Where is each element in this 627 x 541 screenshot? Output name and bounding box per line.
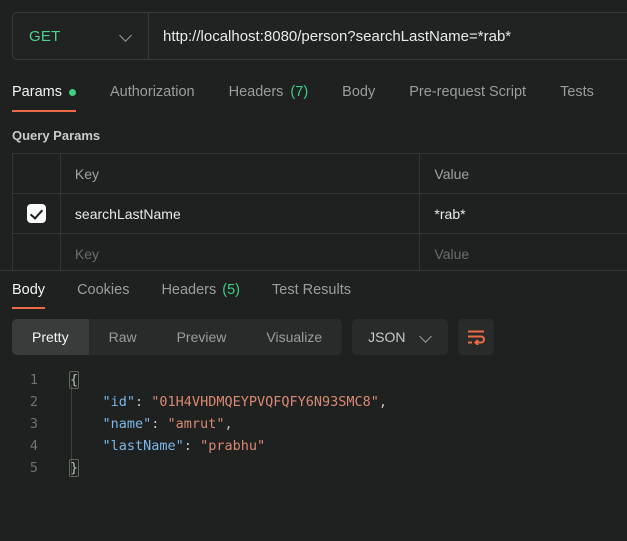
view-mode-group: Pretty Raw Preview Visualize (12, 319, 343, 355)
tab-pre-request-script-label: Pre-request Script (409, 84, 527, 100)
code-line-text: } (52, 457, 80, 479)
empty-param-value-input[interactable]: Value (420, 234, 627, 273)
json-key: "lastName" (70, 438, 184, 454)
response-view-toolbar: Pretty Raw Preview Visualize JSON (0, 309, 627, 363)
response-pane: Body Cookies Headers (5) Test Results Pr… (0, 270, 627, 541)
code-line-text: "lastName": "prabhu" (52, 435, 266, 457)
view-mode-pretty[interactable]: Pretty (12, 319, 89, 355)
param-key-input[interactable]: searchLastName (61, 194, 421, 233)
tab-headers-label: Headers (228, 84, 284, 100)
response-code-viewer[interactable]: 1 { 2 "id": "01H4VHDMQEYPVQFQFY6N93SMC8"… (0, 363, 627, 479)
view-mode-raw[interactable]: Raw (89, 319, 157, 355)
json-string-value: "amrut" (167, 416, 225, 432)
line-number: 1 (29, 372, 38, 388)
http-method-selector[interactable]: GET (13, 13, 149, 59)
table-row[interactable]: searchLastName *rab* (13, 194, 627, 234)
line-number: 5 (29, 460, 38, 476)
response-format-select[interactable]: JSON (352, 319, 448, 355)
line-number: 2 (29, 394, 38, 410)
tab-body-label: Body (342, 84, 376, 100)
param-value-input[interactable]: *rab* (420, 194, 627, 233)
response-tabs: Body Cookies Headers (5) Test Results (0, 271, 627, 309)
line-number: 3 (29, 416, 38, 432)
response-tab-cookies-label: Cookies (77, 282, 130, 298)
code-line: 1 { (0, 369, 627, 391)
json-punct: : (151, 416, 168, 432)
response-tab-body-label: Body (12, 282, 46, 298)
word-wrap-icon (467, 330, 485, 345)
header-key-cell: Key (61, 154, 421, 193)
json-string-value: "01H4VHDMQEYPVQFQFY6N93SMC8" (151, 394, 379, 410)
tab-authorization-label: Authorization (109, 84, 195, 100)
view-mode-visualize[interactable]: Visualize (246, 319, 342, 355)
empty-row-checkbox-cell (13, 234, 61, 273)
tab-headers[interactable]: Headers (7) (229, 72, 327, 112)
tab-authorization[interactable]: Authorization (110, 72, 213, 112)
param-enabled-checkbox[interactable] (26, 204, 46, 223)
code-line: 5 } (0, 457, 627, 479)
table-header-row: Key Value (13, 154, 627, 194)
json-punct: , (378, 394, 388, 410)
header-checkbox-cell (13, 154, 61, 193)
code-line: 4 "lastName": "prabhu" (0, 435, 627, 457)
json-key: "name" (70, 416, 152, 432)
json-key: "id" (70, 394, 136, 410)
code-line-text: { (52, 369, 80, 391)
response-tab-test-results-label: Test Results (272, 282, 351, 298)
tab-pre-request-script[interactable]: Pre-request Script (409, 72, 544, 112)
tab-params-label: Params (12, 84, 62, 100)
code-line: 3 "name": "amrut", (0, 413, 627, 435)
tab-params[interactable]: Params (12, 72, 94, 112)
empty-param-key-input[interactable]: Key (61, 234, 421, 273)
header-value-cell: Value (420, 154, 627, 193)
response-tab-headers-label: Headers (161, 282, 217, 298)
response-tab-body[interactable]: Body (12, 271, 46, 309)
params-active-dot-icon (68, 88, 76, 96)
code-line-text: "name": "amrut", (52, 413, 233, 435)
chevron-down-icon (420, 331, 432, 343)
http-method-label: GET (29, 27, 61, 45)
tab-tests[interactable]: Tests (560, 72, 612, 112)
json-string-value: "prabhu" (200, 438, 266, 454)
json-close-brace: } (68, 459, 80, 477)
view-mode-preview[interactable]: Preview (157, 319, 247, 355)
row-checkbox-cell (13, 194, 61, 233)
query-params-title: Query Params (12, 128, 101, 143)
tab-headers-count: (7) (290, 84, 309, 100)
chevron-down-icon (120, 30, 132, 42)
request-url-bar-container: GET http://localhost:8080/person?searchL… (0, 0, 627, 60)
json-open-brace: { (68, 371, 80, 389)
response-tab-test-results[interactable]: Test Results (272, 271, 351, 309)
request-tabs: Params Authorization Headers (7) Body Pr… (0, 72, 627, 112)
response-tab-cookies[interactable]: Cookies (77, 271, 129, 309)
table-row-empty[interactable]: Key Value (13, 234, 627, 274)
response-format-label: JSON (368, 329, 406, 345)
request-url-bar: GET http://localhost:8080/person?searchL… (12, 12, 627, 60)
url-input[interactable]: http://localhost:8080/person?searchLastN… (149, 13, 627, 59)
code-line: 2 "id": "01H4VHDMQEYPVQFQFY6N93SMC8", (0, 391, 627, 413)
word-wrap-toggle-button[interactable] (457, 319, 494, 355)
line-number: 4 (29, 438, 38, 454)
url-text: http://localhost:8080/person?searchLastN… (163, 27, 512, 45)
response-tab-headers-count: (5) (222, 282, 240, 298)
code-line-text: "id": "01H4VHDMQEYPVQFQFY6N93SMC8", (52, 391, 388, 413)
tab-body[interactable]: Body (342, 72, 393, 112)
tab-tests-label: Tests (560, 84, 594, 100)
query-params-table: Key Value searchLastName *rab* Key Value (12, 153, 627, 274)
json-punct: , (224, 416, 233, 432)
json-punct: : (135, 394, 152, 410)
response-tab-headers[interactable]: Headers (5) (161, 271, 240, 309)
json-punct: : (183, 438, 201, 454)
